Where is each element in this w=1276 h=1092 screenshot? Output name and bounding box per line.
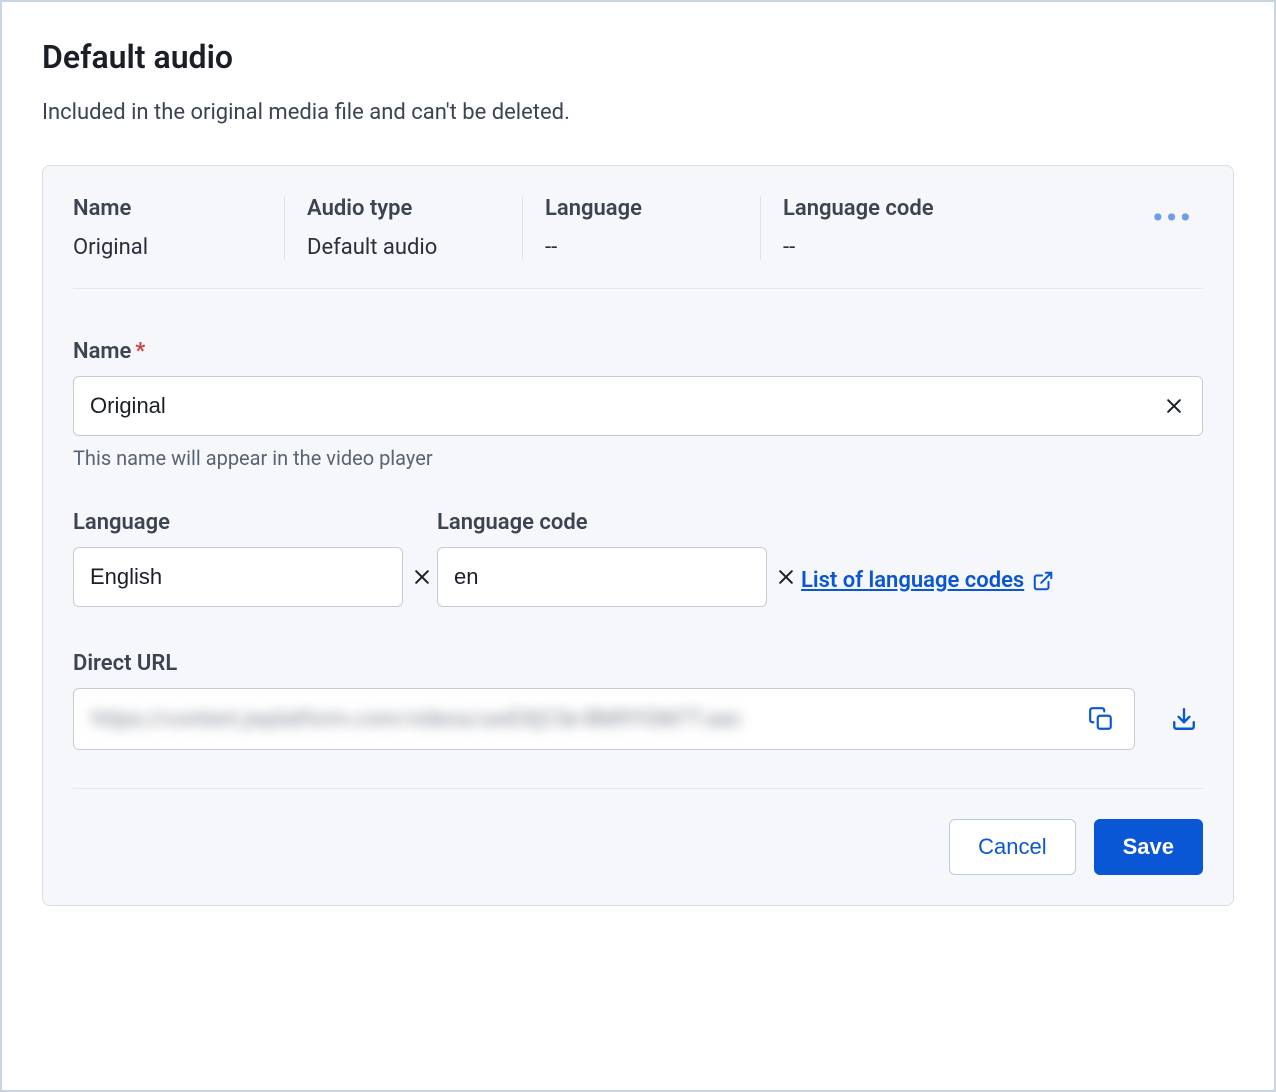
summary-value-name: Original: [73, 235, 262, 260]
page-subtitle: Included in the original media file and …: [42, 100, 1234, 125]
actions-divider: [73, 788, 1203, 789]
language-code-input[interactable]: [438, 548, 758, 606]
name-clear-button[interactable]: [1146, 377, 1202, 435]
download-url-button[interactable]: [1165, 700, 1203, 738]
language-code-field-group: Language code: [437, 510, 767, 607]
close-icon: [1164, 396, 1184, 416]
summary-label-language-code: Language code: [783, 196, 1121, 221]
language-code-label: Language code: [437, 510, 767, 535]
more-actions-icon[interactable]: •••: [1152, 214, 1193, 224]
summary-value-audio-type: Default audio: [307, 235, 500, 260]
copy-icon: [1088, 706, 1114, 732]
close-icon: [776, 567, 796, 587]
required-star-icon: *: [135, 339, 145, 364]
page-title: Default audio: [42, 38, 1234, 76]
external-link-icon: [1032, 570, 1054, 592]
name-input-wrap: [73, 376, 1203, 436]
language-field-group: Language: [73, 510, 403, 607]
language-codes-link-text: List of language codes: [801, 568, 1024, 593]
summary-col-name: Name Original: [73, 196, 285, 260]
summary-value-language-code: --: [783, 235, 1121, 260]
name-label: Name*: [73, 339, 1203, 364]
summary-label-audio-type: Audio type: [307, 196, 500, 221]
language-input-wrap: [73, 547, 403, 607]
direct-url-field-group: Direct URL https://content.jwplatform.co…: [73, 651, 1203, 750]
summary-label-language: Language: [545, 196, 738, 221]
audio-panel: Name Original Audio type Default audio L…: [42, 165, 1234, 906]
save-button[interactable]: Save: [1094, 819, 1203, 875]
close-icon: [412, 567, 432, 587]
direct-url-value: https://content.jwplatform.com/videos/uw…: [92, 707, 1068, 732]
download-icon: [1171, 706, 1197, 732]
copy-url-button[interactable]: [1082, 700, 1120, 738]
actions-row: Cancel Save: [73, 819, 1203, 875]
summary-row: Name Original Audio type Default audio L…: [73, 196, 1203, 289]
name-field-group: Name* This name will appear in the video…: [73, 339, 1203, 470]
direct-url-box: https://content.jwplatform.com/videos/uw…: [73, 688, 1135, 750]
language-code-clear-button[interactable]: [758, 548, 814, 606]
name-input[interactable]: [74, 377, 1146, 435]
summary-label-name: Name: [73, 196, 262, 221]
language-codes-link[interactable]: List of language codes: [801, 568, 1054, 607]
summary-col-language: Language --: [545, 196, 761, 260]
name-label-text: Name: [73, 339, 131, 364]
cancel-button[interactable]: Cancel: [949, 819, 1075, 875]
summary-col-language-code: Language code --: [783, 196, 1143, 260]
direct-url-label: Direct URL: [73, 651, 1203, 676]
name-help-text: This name will appear in the video playe…: [73, 446, 1203, 470]
summary-col-audio-type: Audio type Default audio: [307, 196, 523, 260]
language-code-input-wrap: [437, 547, 767, 607]
language-label: Language: [73, 510, 403, 535]
language-input[interactable]: [74, 548, 394, 606]
summary-value-language: --: [545, 235, 738, 260]
